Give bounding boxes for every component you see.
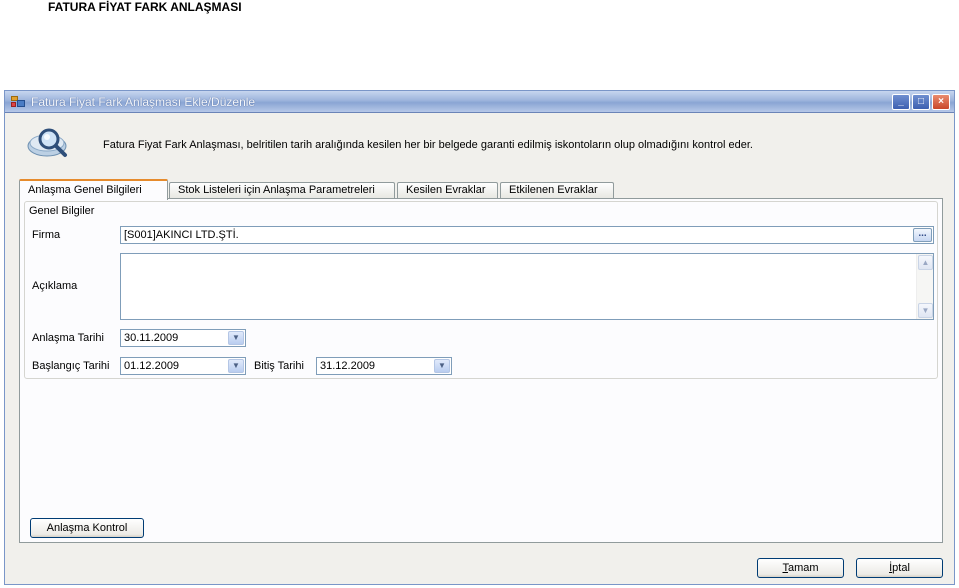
- iptal-label-rest: ptal: [892, 562, 910, 574]
- genel-bilgiler-group: Genel Bilgiler Firma [S001]AKINCI LTD.ŞT…: [24, 201, 938, 379]
- tab-kesilen-evraklar[interactable]: Kesilen Evraklar: [397, 182, 498, 199]
- anlasma-tarihi-value: 30.11.2009: [124, 332, 179, 344]
- baslangic-tarihi-picker[interactable]: 01.12.2009 ▼: [120, 357, 246, 375]
- iptal-button[interactable]: İptal: [856, 558, 943, 578]
- chevron-down-icon[interactable]: ▼: [228, 331, 244, 345]
- baslangic-tarihi-value: 01.12.2009: [124, 360, 180, 372]
- header-description: Fatura Fiyat Fark Anlaşması, belritilen …: [103, 139, 753, 151]
- header-area: Fatura Fiyat Fark Anlaşması, belritilen …: [5, 114, 954, 174]
- search-magnifier-icon: [27, 128, 67, 157]
- aciklama-textarea[interactable]: ▲ ▼: [120, 253, 934, 320]
- tab-anlasma-genel-bilgileri[interactable]: Anlaşma Genel Bilgileri: [19, 179, 168, 200]
- tamam-button[interactable]: Tamam: [757, 558, 844, 578]
- aciklama-scrollbar[interactable]: ▲ ▼: [916, 254, 933, 319]
- tab-stok-listeleri[interactable]: Stok Listeleri için Anlaşma Parametreler…: [169, 182, 395, 199]
- scroll-down-icon[interactable]: ▼: [918, 303, 933, 318]
- maximize-button[interactable]: □: [912, 94, 930, 110]
- scroll-up-icon[interactable]: ▲: [918, 255, 933, 270]
- title-bar[interactable]: Fatura Fiyat Fark Anlaşması Ekle/Düzenle…: [5, 91, 954, 113]
- anlasma-tarihi-label: Anlaşma Tarihi: [32, 332, 104, 344]
- baslangic-tarihi-label: Başlangıç Tarihi: [32, 360, 110, 372]
- close-button[interactable]: ×: [932, 94, 950, 110]
- anlasma-tarihi-picker[interactable]: 30.11.2009 ▼: [120, 329, 246, 347]
- tab-panel-genel: Genel Bilgiler Firma [S001]AKINCI LTD.ŞT…: [19, 198, 943, 543]
- tamam-label-rest: amam: [787, 562, 819, 574]
- firma-value: [S001]AKINCI LTD.ŞTİ.: [124, 229, 239, 241]
- bitis-tarihi-value: 31.12.2009: [320, 360, 376, 372]
- window-title: Fatura Fiyat Fark Anlaşması Ekle/Düzenle: [31, 95, 256, 109]
- aciklama-label: Açıklama: [32, 280, 78, 292]
- tab-etkilenen-evraklar[interactable]: Etkilenen Evraklar: [500, 182, 614, 199]
- anlasma-kontrol-button[interactable]: Anlaşma Kontrol: [30, 518, 144, 538]
- bitis-tarihi-label: Bitiş Tarihi: [254, 360, 304, 372]
- bitis-tarihi-picker[interactable]: 31.12.2009 ▼: [316, 357, 452, 375]
- firma-field[interactable]: [S001]AKINCI LTD.ŞTİ. ...: [120, 226, 934, 244]
- app-icon: [11, 96, 25, 108]
- group-title: Genel Bilgiler: [29, 205, 95, 217]
- document-heading: FATURA FİYAT FARK ANLAŞMASI: [48, 0, 242, 14]
- minimize-button[interactable]: _: [892, 94, 910, 110]
- chevron-down-icon[interactable]: ▼: [434, 359, 450, 373]
- chevron-down-icon[interactable]: ▼: [228, 359, 244, 373]
- firma-browse-button[interactable]: ...: [913, 228, 932, 242]
- firma-label: Firma: [32, 229, 61, 241]
- dialog-window: Fatura Fiyat Fark Anlaşması Ekle/Düzenle…: [4, 90, 955, 585]
